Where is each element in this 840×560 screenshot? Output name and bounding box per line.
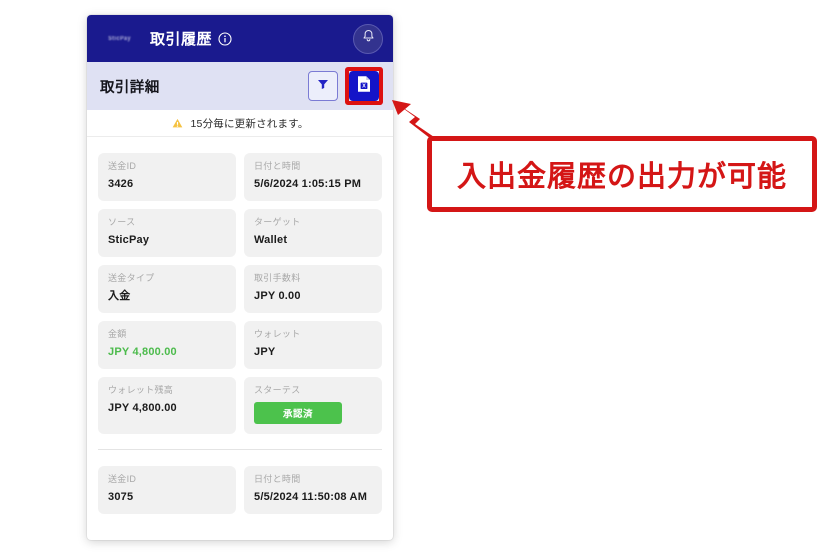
field-label: 日付と時間 [254, 161, 301, 171]
funnel-filter-icon [316, 77, 330, 96]
refresh-notice-text: 15分毎に更新されます。 [190, 117, 309, 130]
field-label: 送金ID [108, 474, 137, 485]
field-label: ウォレット残高 [108, 385, 174, 396]
field-label: 金額 [108, 329, 127, 340]
field-value: JPY [254, 346, 276, 359]
field-value: 3426 [108, 177, 134, 190]
field-value: Wallet [254, 233, 288, 246]
field-value: SticPay [108, 233, 150, 246]
table-row: ウォレット残高 JPY 4,800.00 スターテス 承認済 [98, 377, 382, 435]
svg-text:X: X [362, 83, 366, 89]
field-label: ターゲット [254, 217, 301, 228]
export-button-group: X [345, 67, 383, 105]
section-title: 取引詳細 [100, 79, 160, 96]
refresh-notice: 15分毎に更新されます。 [87, 110, 393, 137]
field-label: ウォレット [254, 329, 301, 340]
field-label: 送金ID [108, 161, 137, 171]
filter-button[interactable] [308, 71, 338, 101]
table-row: 送金ID 3075 日付と時間 5/5/2024 11:50:08 AM [98, 466, 382, 515]
notification-button[interactable] [353, 23, 383, 54]
warning-triangle-icon [171, 117, 184, 130]
toolbar-actions: X [308, 67, 383, 105]
field-value: 5/5/2024 11:50:08 AM [254, 491, 368, 504]
field-transfer-id: 送金ID 3075 [98, 466, 236, 515]
field-amount: 金額 JPY 4,800.00 [98, 321, 236, 370]
annotation-text: 入出金履歴の出力が可能 [456, 161, 787, 193]
field-transaction-fee: 取引手数料 JPY 0.00 [244, 265, 382, 314]
field-date-time: 日付と時間 5/5/2024 11:50:08 AM [244, 466, 382, 515]
field-label: 送金タイプ [108, 273, 155, 284]
field-label: スターテス [254, 385, 301, 396]
annotation-callout: 入出金履歴の出力が可能 [427, 136, 817, 212]
transaction-list: 送金ID 3426 日付と時間 5/6/2024 1:05:15 PM ソース … [87, 137, 393, 515]
field-value: 入金 [108, 290, 131, 303]
table-row: 送金ID 3426 日付と時間 5/6/2024 1:05:15 PM [98, 153, 382, 202]
field-value: 3075 [108, 491, 134, 504]
field-value: JPY 4,800.00 [108, 402, 177, 415]
field-value: JPY 4,800.00 [108, 346, 177, 359]
phone-mockup: SticPay 取引履歴 取引詳細 X 15分毎に更新されます。 送金ID 34… [87, 15, 393, 540]
field-status: スターテス 承認済 [244, 377, 382, 435]
excel-file-icon: X [356, 75, 372, 98]
app-header: SticPay 取引履歴 [87, 15, 393, 62]
field-date-time: 日付と時間 5/6/2024 1:05:15 PM [244, 153, 382, 202]
table-row: 送金タイプ 入金 取引手数料 JPY 0.00 [98, 265, 382, 314]
brand-logo-text: SticPay [108, 35, 132, 42]
field-label: 日付と時間 [254, 474, 301, 485]
info-circle-icon[interactable] [218, 31, 232, 46]
field-wallet-balance: ウォレット残高 JPY 4,800.00 [98, 377, 236, 435]
section-toolbar: 取引詳細 X [87, 62, 393, 110]
transaction-item[interactable]: 送金ID 3075 日付と時間 5/5/2024 11:50:08 AM [98, 449, 382, 515]
table-row: ソース SticPay ターゲット Wallet [98, 209, 382, 258]
field-label: 取引手数料 [254, 273, 301, 284]
table-row: 金額 JPY 4,800.00 ウォレット JPY [98, 321, 382, 370]
brand-logo: SticPay [99, 33, 141, 44]
field-value: 5/6/2024 1:05:15 PM [254, 177, 362, 190]
field-target: ターゲット Wallet [244, 209, 382, 258]
bell-icon [361, 29, 376, 49]
export-excel-button[interactable]: X [349, 71, 379, 101]
page-title: 取引履歴 [150, 31, 213, 48]
field-transfer-id: 送金ID 3426 [98, 153, 236, 202]
transaction-item[interactable]: 送金ID 3426 日付と時間 5/6/2024 1:05:15 PM ソース … [98, 137, 382, 435]
field-source: ソース SticPay [98, 209, 236, 258]
status-badge: 承認済 [254, 402, 342, 425]
field-transfer-type: 送金タイプ 入金 [98, 265, 236, 314]
field-label: ソース [108, 217, 136, 228]
field-value: JPY 0.00 [254, 290, 301, 303]
field-wallet: ウォレット JPY [244, 321, 382, 370]
